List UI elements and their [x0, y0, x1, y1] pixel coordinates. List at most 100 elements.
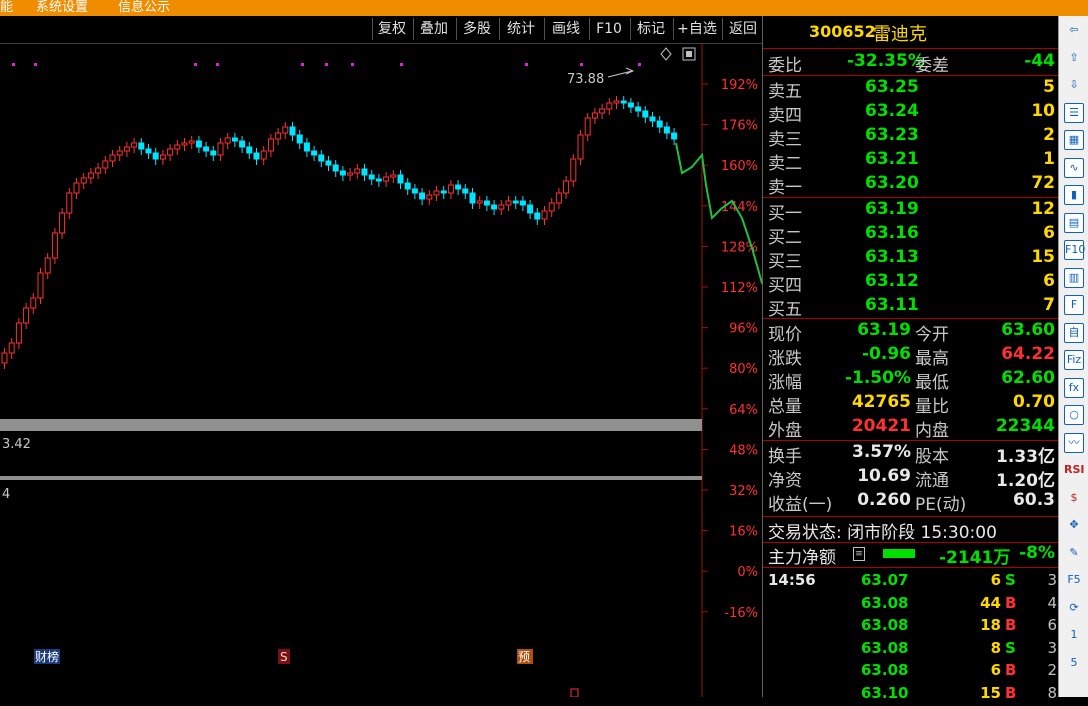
- kline-chart[interactable]: 192%176%160%144%128%112%96%80%64%48%32%1…: [0, 43, 762, 697]
- f5-icon[interactable]: F5: [1064, 570, 1084, 590]
- menu-item-info[interactable]: 信息公示: [118, 0, 170, 15]
- candle-body: [627, 102, 634, 108]
- statistics-button[interactable]: 统计: [499, 18, 542, 40]
- grid-icon[interactable]: ▥: [1064, 267, 1084, 288]
- menu-item-system-settings[interactable]: 系统设置: [36, 0, 88, 15]
- fundamental-row: 净资 10.69 流通 1.20亿: [763, 466, 1059, 491]
- buy-order-row[interactable]: 买一 63.19 12: [763, 199, 1059, 224]
- sell-order-row[interactable]: 卖一 63.20 72: [763, 173, 1059, 198]
- y-axis-labels: 192%176%160%144%128%112%96%80%64%48%32%1…: [702, 78, 758, 621]
- sell-order-row[interactable]: 卖三 63.23 2: [763, 125, 1059, 150]
- back-arrow-icon[interactable]: ⇦: [1064, 20, 1084, 40]
- candle-body: [447, 184, 454, 194]
- list-icon[interactable]: ≡: [853, 547, 865, 561]
- candle-body: [419, 192, 426, 200]
- stat-value: 60.3: [1013, 490, 1055, 510]
- candle-body: [282, 126, 289, 134]
- menu-item-partial[interactable]: 能: [0, 0, 13, 15]
- order-volume: 1: [1043, 149, 1055, 169]
- rsi-icon[interactable]: RSI: [1064, 460, 1085, 480]
- sell-order-row[interactable]: 卖四 63.24 10: [763, 101, 1059, 126]
- candle-body: [95, 167, 102, 174]
- candle-body: [491, 204, 498, 210]
- tick-price: 63.08: [861, 593, 909, 612]
- tick-flag: B: [1005, 683, 1017, 702]
- fiz-icon[interactable]: Fiz: [1064, 350, 1084, 370]
- buy-order-row[interactable]: 买三 63.13 15: [763, 247, 1059, 272]
- y-axis-label: 16%: [729, 525, 758, 540]
- buy-order-row[interactable]: 买二 63.16 6: [763, 223, 1059, 248]
- line-chart-icon[interactable]: ∿: [1064, 157, 1084, 178]
- sell-order-row[interactable]: 卖二 63.21 1: [763, 149, 1059, 174]
- up-arrow-icon[interactable]: ⇧: [1064, 48, 1084, 68]
- candle-body: [188, 140, 195, 144]
- period-1-icon[interactable]: 1: [1064, 625, 1084, 645]
- svg-text:预: 预: [518, 650, 530, 664]
- restore-rights-button[interactable]: 复权: [372, 18, 411, 40]
- back-button[interactable]: 返回: [722, 18, 763, 40]
- tick-price: 63.07: [861, 571, 909, 589]
- y-axis-label: 64%: [729, 403, 758, 418]
- candle-body: [30, 297, 37, 309]
- f10-button[interactable]: F10: [589, 18, 628, 40]
- mark-button[interactable]: 标记: [630, 18, 671, 40]
- candle-body: [440, 190, 447, 194]
- report-icon[interactable]: ▤: [1064, 212, 1084, 233]
- svg-text:财榜: 财榜: [35, 649, 59, 664]
- down-arrow-icon[interactable]: ⇩: [1064, 75, 1084, 95]
- flow-bar: [883, 549, 915, 558]
- finance-icon[interactable]: F: [1064, 295, 1084, 315]
- self-select-icon[interactable]: 自: [1064, 322, 1084, 343]
- event-badge-yu[interactable]: 预: [517, 649, 533, 664]
- move-icon[interactable]: ✥: [1064, 515, 1084, 535]
- tick-row[interactable]: 14:56 63.07 6 S 3: [763, 571, 1059, 593]
- stat-label: PE(动): [915, 495, 967, 515]
- period-5-icon[interactable]: 5: [1064, 653, 1084, 673]
- wave-icon[interactable]: 〰: [1064, 432, 1084, 453]
- pencil-icon[interactable]: ✎: [1064, 543, 1084, 563]
- buy-order-row[interactable]: 买五 63.11 7: [763, 295, 1059, 320]
- tick-row[interactable]: 63.08 44 B 4: [763, 594, 1059, 616]
- multi-stock-button[interactable]: 多股: [456, 18, 497, 40]
- signal-dot: [12, 63, 15, 66]
- dollar-icon[interactable]: $: [1064, 488, 1084, 508]
- tick-row[interactable]: 63.08 18 B 6: [763, 616, 1059, 638]
- order-price: 63.19: [865, 199, 919, 219]
- event-badge-s[interactable]: S: [278, 649, 290, 664]
- tick-count: 4: [1047, 593, 1057, 612]
- candle-body: [275, 132, 282, 140]
- formula-icon[interactable]: fx: [1064, 377, 1084, 398]
- sell-order-row[interactable]: 卖五 63.25 5: [763, 77, 1059, 102]
- order-level-label: 卖五: [768, 82, 802, 102]
- refresh-icon[interactable]: ⟳: [1064, 598, 1084, 618]
- diamond-icon[interactable]: [660, 47, 672, 61]
- stat-value: 22344: [995, 416, 1055, 436]
- candle-body: [397, 174, 404, 184]
- tick-row[interactable]: 63.10 15 B 8: [763, 684, 1059, 706]
- stat-label: 最低: [915, 373, 949, 393]
- tick-row[interactable]: 63.08 8 S 3: [763, 639, 1059, 661]
- candle-body: [361, 168, 368, 176]
- list-icon[interactable]: ☰: [1064, 102, 1084, 123]
- candle-body: [584, 117, 591, 136]
- weicha-value: -44: [1024, 51, 1055, 71]
- candle-body: [131, 142, 138, 148]
- window-toggle-icon[interactable]: [682, 47, 696, 61]
- draw-line-button[interactable]: 画线: [544, 18, 587, 40]
- candle-body: [649, 116, 656, 122]
- circle-icon[interactable]: ○: [1064, 405, 1084, 425]
- f10-icon[interactable]: F10: [1064, 240, 1085, 260]
- candle-icon[interactable]: ▮: [1064, 185, 1084, 205]
- stat-value: -0.96: [862, 344, 911, 364]
- y-axis-label: 160%: [721, 159, 758, 174]
- add-watchlist-button[interactable]: +自选: [673, 18, 720, 40]
- overlay-button[interactable]: 叠加: [413, 18, 454, 40]
- tick-flag: B: [1005, 593, 1017, 612]
- buy-order-row[interactable]: 买四 63.12 6: [763, 271, 1059, 296]
- event-badge-caibang[interactable]: 财榜: [34, 649, 60, 664]
- stat-value: 63.60: [1001, 320, 1055, 340]
- stock-name: 雷迪克: [873, 24, 927, 45]
- tick-price: 63.08: [861, 638, 909, 657]
- table-icon[interactable]: ▦: [1064, 130, 1084, 150]
- tick-row[interactable]: 63.08 6 B 2: [763, 661, 1059, 683]
